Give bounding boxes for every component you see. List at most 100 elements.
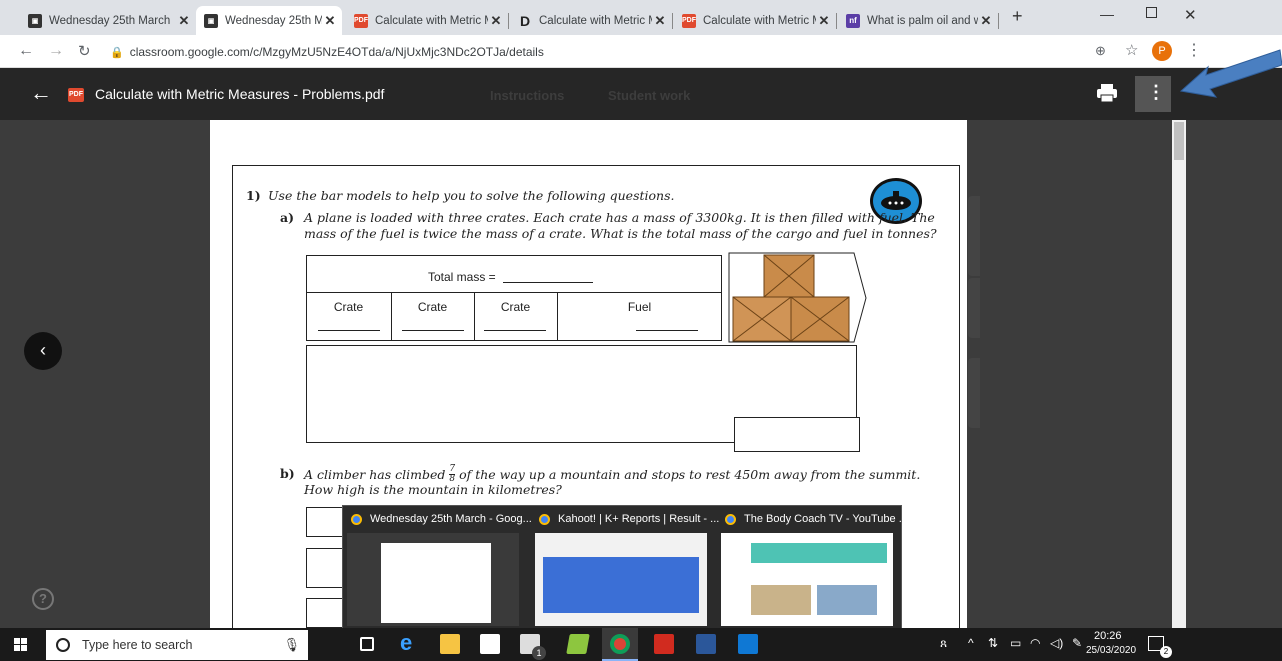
battery-icon[interactable]: ▭ (1010, 636, 1021, 650)
chrome-icon (725, 513, 736, 525)
pdf-icon: PDF (354, 13, 368, 28)
thumbnail-banner (751, 543, 887, 563)
chevron-up-icon[interactable]: ^ (968, 636, 974, 650)
taskbar-thumbnail-preview: Wednesday 25th March - Goog... Kahoot! |… (342, 505, 908, 630)
bar-divider (306, 292, 722, 293)
windows-start-icon[interactable] (14, 638, 28, 652)
back-icon[interactable]: ← (18, 42, 34, 60)
more-vert-icon: ⋮ (1147, 82, 1165, 102)
thumbnail-window[interactable]: Wednesday 25th March - Goog... (343, 506, 532, 630)
question-a-line1: A plane is loaded with three crates. Eac… (304, 210, 935, 225)
close-icon[interactable]: ✕ (816, 13, 832, 29)
clock-time[interactable]: 20:26 (1094, 630, 1122, 642)
acrobat-icon[interactable] (654, 634, 674, 654)
close-icon[interactable]: ✕ (322, 13, 338, 29)
thumbnail-tile (751, 585, 811, 615)
reload-icon[interactable]: ↻ (78, 42, 91, 60)
pdf-icon: PDF (682, 13, 696, 28)
tab-5[interactable]: PDF Calculate with Metric M ✕ (674, 6, 836, 35)
tab-separator (998, 13, 999, 29)
previous-page-button[interactable]: ‹ (24, 332, 62, 370)
chrome-icon (610, 634, 630, 654)
print-icon[interactable] (1096, 83, 1118, 103)
network-icon[interactable]: ⇅ (988, 636, 998, 650)
microphone-icon[interactable]: 🎙 (283, 637, 300, 653)
search-icon (56, 638, 70, 652)
back-arrow-icon[interactable]: ← (30, 80, 52, 106)
tab-title: Wednesday 25th March (225, 14, 322, 27)
background-card (968, 358, 980, 428)
thumbnail-image (535, 533, 707, 626)
thumbnail-title: The Body Coach TV - YouTube ... (744, 513, 908, 525)
thumbnail-page (381, 543, 491, 623)
question-b-text: of the way up a mountain and stops to re… (459, 467, 921, 482)
more-options-button[interactable]: ⋮ (1135, 76, 1171, 112)
minimize-icon[interactable]: — (1100, 6, 1114, 22)
total-mass-label: Total mass = (428, 270, 496, 284)
thumbnail-tile (817, 585, 877, 615)
people-icon[interactable]: ጸ (940, 636, 947, 651)
outlook-icon[interactable] (738, 634, 758, 654)
restore-icon[interactable] (1146, 7, 1157, 18)
thumbnail-window[interactable]: The Body Coach TV - YouTube ... (717, 506, 908, 630)
word-icon[interactable] (696, 634, 716, 654)
bar-label: Crate (417, 300, 448, 314)
viewer-header: ← PDF Calculate with Metric Measures - P… (0, 68, 1282, 120)
answer-line (402, 330, 464, 331)
close-icon[interactable]: ✕ (488, 13, 504, 29)
forward-icon[interactable]: → (48, 42, 64, 60)
search-placeholder: Type here to search (82, 638, 193, 652)
question-intro: Use the bar models to help you to solve … (268, 188, 675, 203)
new-tab-icon[interactable]: + (1012, 6, 1023, 27)
bar-label: Crate (333, 300, 364, 314)
clock-date[interactable]: 25/03/2020 (1086, 645, 1136, 656)
pen-icon[interactable]: ✎ (1072, 636, 1082, 650)
bar-model-b (306, 507, 346, 537)
zoom-icon[interactable]: ⊕ (1095, 43, 1106, 59)
profile-avatar[interactable]: P (1152, 41, 1172, 61)
chrome-icon (539, 513, 550, 525)
pdf-icon: PDF (68, 88, 84, 102)
close-icon[interactable]: ✕ (978, 13, 994, 29)
url-field[interactable]: 🔒 classroom.google.com/c/MzgyMzU5NzE4OTd… (110, 40, 1170, 64)
answer-line (484, 330, 546, 331)
help-icon[interactable]: ? (32, 588, 54, 610)
wifi-icon[interactable]: ◠ (1030, 636, 1040, 650)
tab-2-active[interactable]: ▣ Wednesday 25th March ✕ (196, 6, 342, 35)
store-icon[interactable] (480, 634, 500, 654)
edge-icon[interactable]: e (400, 630, 412, 656)
tab-title: Calculate with Metric M (703, 14, 816, 27)
app-icon[interactable] (566, 634, 590, 654)
bar-model-b (306, 548, 346, 588)
close-icon[interactable]: ✕ (652, 13, 668, 29)
tab-separator (508, 13, 509, 29)
thumbnail-title: Kahoot! | K+ Reports | Result - ... (558, 513, 720, 525)
star-icon[interactable]: ☆ (1125, 41, 1138, 59)
tab-1[interactable]: ▣ Wednesday 25th March ✕ (20, 6, 196, 35)
scrollbar-track[interactable] (1172, 120, 1186, 628)
background-card (968, 278, 980, 338)
file-name: Calculate with Metric Measures - Problem… (95, 86, 385, 102)
chrome-taskbar-button[interactable] (602, 628, 638, 661)
browser-tab-bar: ▣ Wednesday 25th March ✕ ▣ Wednesday 25t… (0, 0, 1282, 35)
file-explorer-icon[interactable] (440, 634, 460, 654)
bar-label: Crate (500, 300, 531, 314)
volume-icon[interactable]: ◁) (1050, 636, 1063, 650)
annotation-arrow (1179, 49, 1282, 98)
tab-title: Wednesday 25th March (49, 14, 171, 27)
tab-3[interactable]: PDF Calculate with Metric M ✕ (346, 6, 508, 35)
thumbnail-image (721, 533, 893, 626)
tab-4[interactable]: D Calculate with Metric M ✕ (510, 6, 672, 35)
taskbar-search-box[interactable]: Type here to search 🎙 (46, 630, 308, 660)
address-bar: ← → ↻ 🔒 classroom.google.com/c/MzgyMzU5N… (0, 35, 1282, 68)
task-view-icon[interactable] (360, 637, 374, 651)
crates-image (728, 252, 867, 343)
thumbnail-banner (543, 557, 699, 613)
bar-label: Fuel (627, 300, 652, 314)
tab-6[interactable]: nf What is palm oil and wh ✕ (838, 6, 998, 35)
close-icon[interactable]: ✕ (176, 13, 192, 29)
lock-icon: 🔒 (110, 46, 124, 59)
window-close-icon[interactable]: ✕ (1184, 6, 1197, 24)
scrollbar-thumb[interactable] (1174, 122, 1184, 160)
thumbnail-window[interactable]: Kahoot! | K+ Reports | Result - ... (531, 506, 719, 630)
